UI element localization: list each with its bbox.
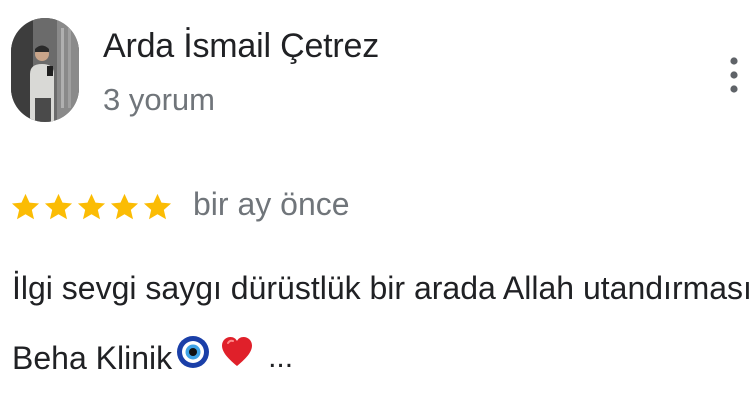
star-icon <box>11 193 40 220</box>
avatar[interactable] <box>11 18 79 122</box>
review-text-line-1: İlgi sevgi saygı dürüstlük bir arada All… <box>12 270 750 306</box>
star-icon <box>110 193 139 220</box>
reviewer-name[interactable]: Arda İsmail Çetrez <box>103 27 379 66</box>
star-icon <box>77 193 106 220</box>
review-text: İlgi sevgi saygı dürüstlük bir arada All… <box>12 253 750 393</box>
review-text-line-2-container: Beha Klinik ... <box>12 323 742 393</box>
red-heart-emoji <box>220 323 254 393</box>
more-options-button[interactable] <box>722 54 746 98</box>
review-card: Arda İsmail Çetrez 3 yorum bir ay önce İ… <box>0 0 750 400</box>
nazar-amulet-emoji <box>176 323 210 393</box>
review-count[interactable]: 3 yorum <box>103 82 215 118</box>
star-icon <box>143 193 172 220</box>
star-rating <box>10 188 173 228</box>
review-text-line-2: Beha Klinik <box>12 340 173 376</box>
star-icon <box>44 193 73 220</box>
review-time: bir ay önce <box>193 186 350 222</box>
profile-photo <box>11 18 79 122</box>
read-more-ellipsis[interactable]: ... <box>268 323 293 393</box>
vertical-dots-icon <box>730 57 738 93</box>
